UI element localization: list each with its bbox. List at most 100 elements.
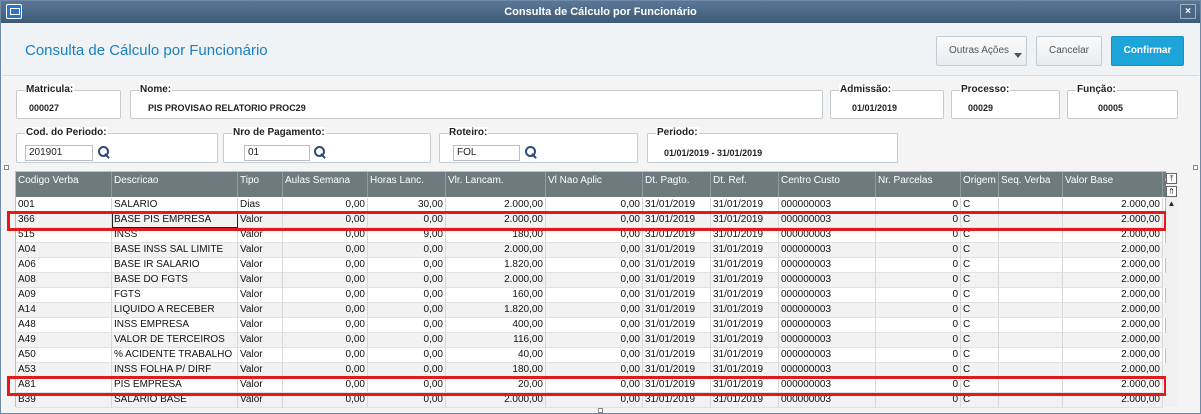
table-cell: 31/01/2019: [711, 363, 779, 378]
table-cell: A09: [16, 288, 112, 303]
table-row[interactable]: A50% ACIDENTE TRABALHO Valor 0,00 0,00 40,00…: [16, 348, 1167, 363]
column-header[interactable]: Vl Nao Aplic: [546, 172, 643, 197]
table-row[interactable]: A49 VALOR DE TERCEIROS Valor 0,00 0,00 116,00…: [16, 333, 1167, 348]
table-cell: 0,00: [283, 378, 368, 393]
table-cell: 2.000,00: [1063, 363, 1163, 378]
table-row[interactable]: 366 BASE PIS EMPRESA Valor 0,00 0,00 2.000,00…: [16, 213, 1167, 228]
scroll-line-up-icon[interactable]: ▲: [1166, 199, 1177, 210]
table-cell: 31/01/2019: [643, 303, 711, 318]
table-cell: 0,00: [368, 363, 446, 378]
table-cell: 30,00: [368, 198, 446, 213]
table-cell: BASE DO FGTS: [112, 273, 238, 288]
vertical-scrollbar[interactable]: ⤒ ⇑ ▲: [1166, 171, 1178, 407]
column-header[interactable]: Tipo: [238, 172, 283, 197]
column-header[interactable]: Valor Base: [1063, 172, 1163, 197]
table-row[interactable]: 515 INSS Valor 0,00 9,00 180,00 0,00 31/01/2019…: [16, 228, 1167, 243]
confirm-button[interactable]: Confirmar: [1111, 36, 1184, 66]
table-cell: C: [961, 348, 999, 363]
table-cell: 0: [876, 243, 961, 258]
table-cell: A48: [16, 318, 112, 333]
table-cell: [999, 198, 1063, 213]
table-cell: 31/01/2019: [711, 273, 779, 288]
column-header[interactable]: Dt. Pagto.: [643, 172, 711, 197]
table-cell: 2.000,00: [1063, 318, 1163, 333]
table-cell: Valor: [238, 318, 283, 333]
table-cell: Valor: [238, 228, 283, 243]
table-cell: 0,00: [283, 273, 368, 288]
column-header[interactable]: Aulas Semana: [283, 172, 368, 197]
cod-periodo-input[interactable]: 201901: [25, 145, 93, 161]
table-cell: 2.000,00: [446, 213, 546, 228]
table-row[interactable]: 001 SALARIO Dias 0,00 30,00 2.000,00 0,00 31/01…: [16, 198, 1167, 213]
column-header[interactable]: Dt. Ref.: [711, 172, 779, 197]
nome-label: Nome:: [139, 84, 173, 96]
table-cell: 0: [876, 318, 961, 333]
table-cell: 000000003: [779, 213, 876, 228]
table-cell: 0: [876, 378, 961, 393]
table-row[interactable]: A53 INSS FOLHA P/ DIRF Valor 0,00 0,00 180,00…: [16, 363, 1167, 378]
table-cell: A06: [16, 258, 112, 273]
table-cell: 31/01/2019: [711, 198, 779, 213]
funcao-label: Função:: [1076, 84, 1117, 96]
table-cell: [999, 288, 1063, 303]
column-header[interactable]: Centro Custo: [779, 172, 876, 197]
funcao-value: 00005: [1098, 103, 1124, 113]
table-cell: 1.820,00: [446, 303, 546, 318]
processo-value: 00029: [968, 103, 994, 113]
scroll-up-icon[interactable]: ⇑: [1166, 186, 1177, 197]
table-row[interactable]: A08 BASE DO FGTS Valor 0,00 0,00 2.000,00 0,00…: [16, 273, 1167, 288]
nro-pagamento-input[interactable]: 01: [244, 145, 310, 161]
table-cell: 000000003: [779, 378, 876, 393]
table-cell: [999, 318, 1063, 333]
table-cell: 2.000,00: [1063, 213, 1163, 228]
admissao-label: Admissão:: [839, 84, 893, 96]
cancel-button[interactable]: Cancelar: [1036, 36, 1102, 66]
roteiro-input[interactable]: FOL: [453, 145, 520, 161]
search-icon[interactable]: [524, 145, 538, 159]
column-header[interactable]: Vlr. Lancam.: [446, 172, 546, 197]
table-cell: BASE INSS SAL LIMITE: [112, 243, 238, 258]
table-row[interactable]: A09 FGTS Valor 0,00 0,00 160,00 0,00 31/01/2019…: [16, 288, 1167, 303]
table-cell: 0,00: [546, 318, 643, 333]
table-row[interactable]: A04 BASE INSS SAL LIMITE Valor 0,00 0,00 2.00…: [16, 243, 1167, 258]
table-row[interactable]: A14 LIQUIDO A RECEBER Valor 0,00 0,00 1.820,0…: [16, 303, 1167, 318]
column-header[interactable]: Horas Lanc.: [368, 172, 446, 197]
table-cell: Dias: [238, 198, 283, 213]
more-actions-button[interactable]: Outras Ações: [936, 36, 1027, 66]
column-header[interactable]: Seq. Verba: [999, 172, 1063, 197]
resize-handle[interactable]: [598, 408, 603, 413]
table-cell: 0,00: [368, 348, 446, 363]
column-header[interactable]: Origem: [961, 172, 999, 197]
table-cell: 0,00: [368, 393, 446, 408]
table-row[interactable]: A48 INSS EMPRESA Valor 0,00 0,00 400,00 0,00 31…: [16, 318, 1167, 333]
table-cell: 2.000,00: [1063, 288, 1163, 303]
table-cell: 000000003: [779, 333, 876, 348]
scroll-top-icon[interactable]: ⤒: [1166, 173, 1177, 184]
table-cell: 31/01/2019: [711, 213, 779, 228]
verbas-table: Codigo Verba Descricao Tipo Aulas Semana Hor…: [7, 171, 1173, 408]
table-row[interactable]: A06 BASE IR SALARIO Valor 0,00 0,00 1.820,00 0…: [16, 258, 1167, 273]
page-header: Consulta de Cálculo por Funcionário Outr…: [2, 24, 1199, 76]
table-cell: C: [961, 228, 999, 243]
nome-field: Nome: PIS PROVISAO RELATORIO PROC29: [130, 84, 823, 119]
table-row[interactable]: A81 PIS EMPRESA Valor 0,00 0,00 20,00 0,00 31/0…: [16, 378, 1167, 393]
column-header[interactable]: Codigo Verba: [16, 172, 112, 197]
column-header[interactable]: Descricao: [112, 172, 238, 197]
resize-handle[interactable]: [4, 165, 9, 170]
search-icon[interactable]: [97, 145, 111, 159]
search-icon[interactable]: [313, 145, 327, 159]
table-cell: 0: [876, 213, 961, 228]
table-cell: 0,00: [368, 273, 446, 288]
resize-handle[interactable]: [1193, 165, 1198, 170]
table-cell: 0,00: [283, 303, 368, 318]
table-cell: FGTS: [112, 288, 238, 303]
table-cell: 2.000,00: [1063, 333, 1163, 348]
table-cell: 31/01/2019: [711, 288, 779, 303]
table-cell: VALOR DE TERCEIROS: [112, 333, 238, 348]
table-cell: 515: [16, 228, 112, 243]
close-button[interactable]: ×: [1180, 4, 1196, 19]
table-row[interactable]: B39 SALARIO BASE Valor 0,00 0,00 2.000,00 0,00…: [16, 393, 1167, 408]
cod-periodo-field: Cod. do Periodo: 201901: [16, 127, 218, 163]
table-cell: 000000003: [779, 318, 876, 333]
column-header[interactable]: Nr. Parcelas: [876, 172, 961, 197]
